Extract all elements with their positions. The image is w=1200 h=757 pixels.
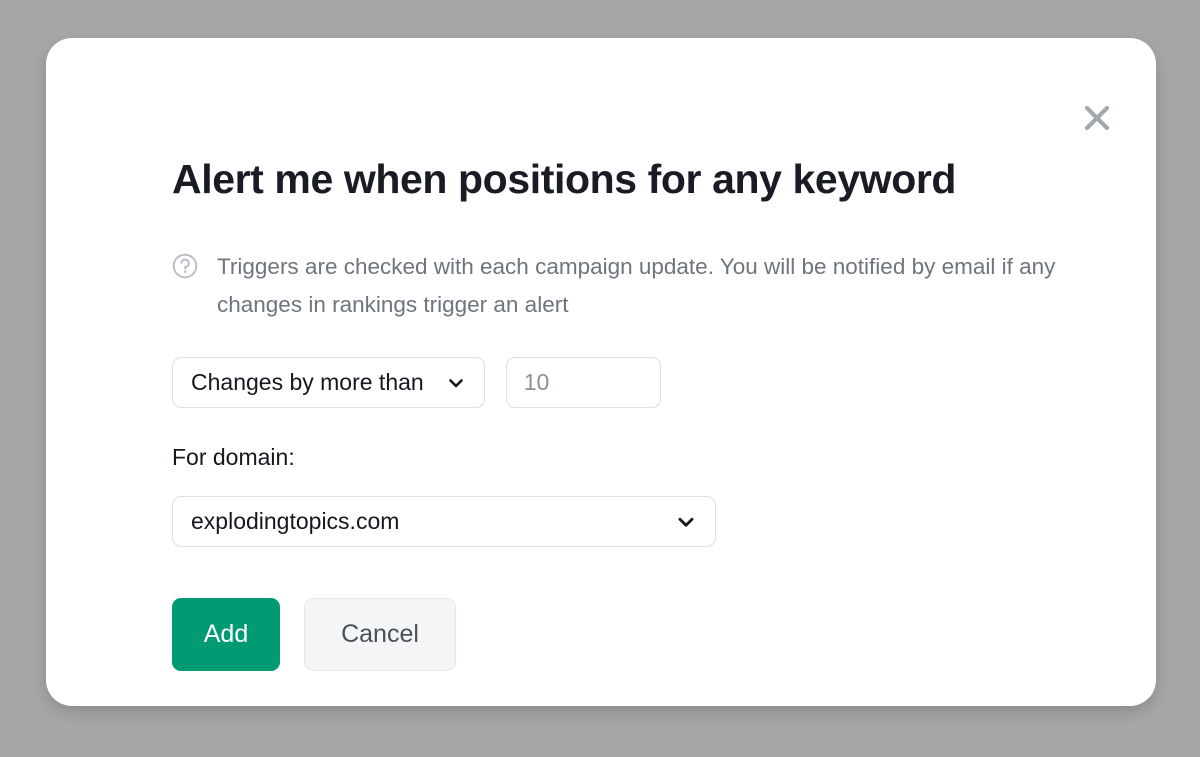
domain-label: For domain: bbox=[172, 444, 295, 470]
condition-type-select-value: Changes by more than bbox=[191, 369, 424, 395]
chevron-down-icon bbox=[675, 511, 697, 533]
modal-backdrop: Alert me when positions for any keyword … bbox=[0, 0, 1200, 757]
threshold-input[interactable] bbox=[505, 357, 661, 408]
domain-select[interactable]: explodingtopics.com bbox=[172, 496, 716, 547]
description-row: Triggers are checked with each campaign … bbox=[172, 248, 1132, 324]
close-icon[interactable] bbox=[1074, 95, 1120, 141]
page-title: Alert me when positions for any keyword bbox=[172, 156, 957, 202]
add-button[interactable]: Add bbox=[172, 598, 280, 671]
condition-type-select[interactable]: Changes by more than bbox=[172, 357, 485, 408]
dialog-actions: Add Cancel bbox=[172, 598, 456, 671]
chevron-down-icon bbox=[446, 373, 466, 393]
chevron-down-icon-glyph bbox=[448, 378, 463, 387]
alert-dialog: Alert me when positions for any keyword … bbox=[46, 38, 1156, 706]
chevron-down-icon-glyph bbox=[678, 517, 694, 527]
close-icon-glyph bbox=[1084, 105, 1110, 131]
condition-row: Changes by more than bbox=[172, 357, 661, 408]
domain-select-value: explodingtopics.com bbox=[191, 508, 400, 534]
question-circle-icon-glyph bbox=[172, 253, 198, 279]
question-circle-icon bbox=[172, 253, 198, 279]
description-text: Triggers are checked with each campaign … bbox=[217, 254, 1056, 317]
cancel-button[interactable]: Cancel bbox=[304, 598, 456, 671]
